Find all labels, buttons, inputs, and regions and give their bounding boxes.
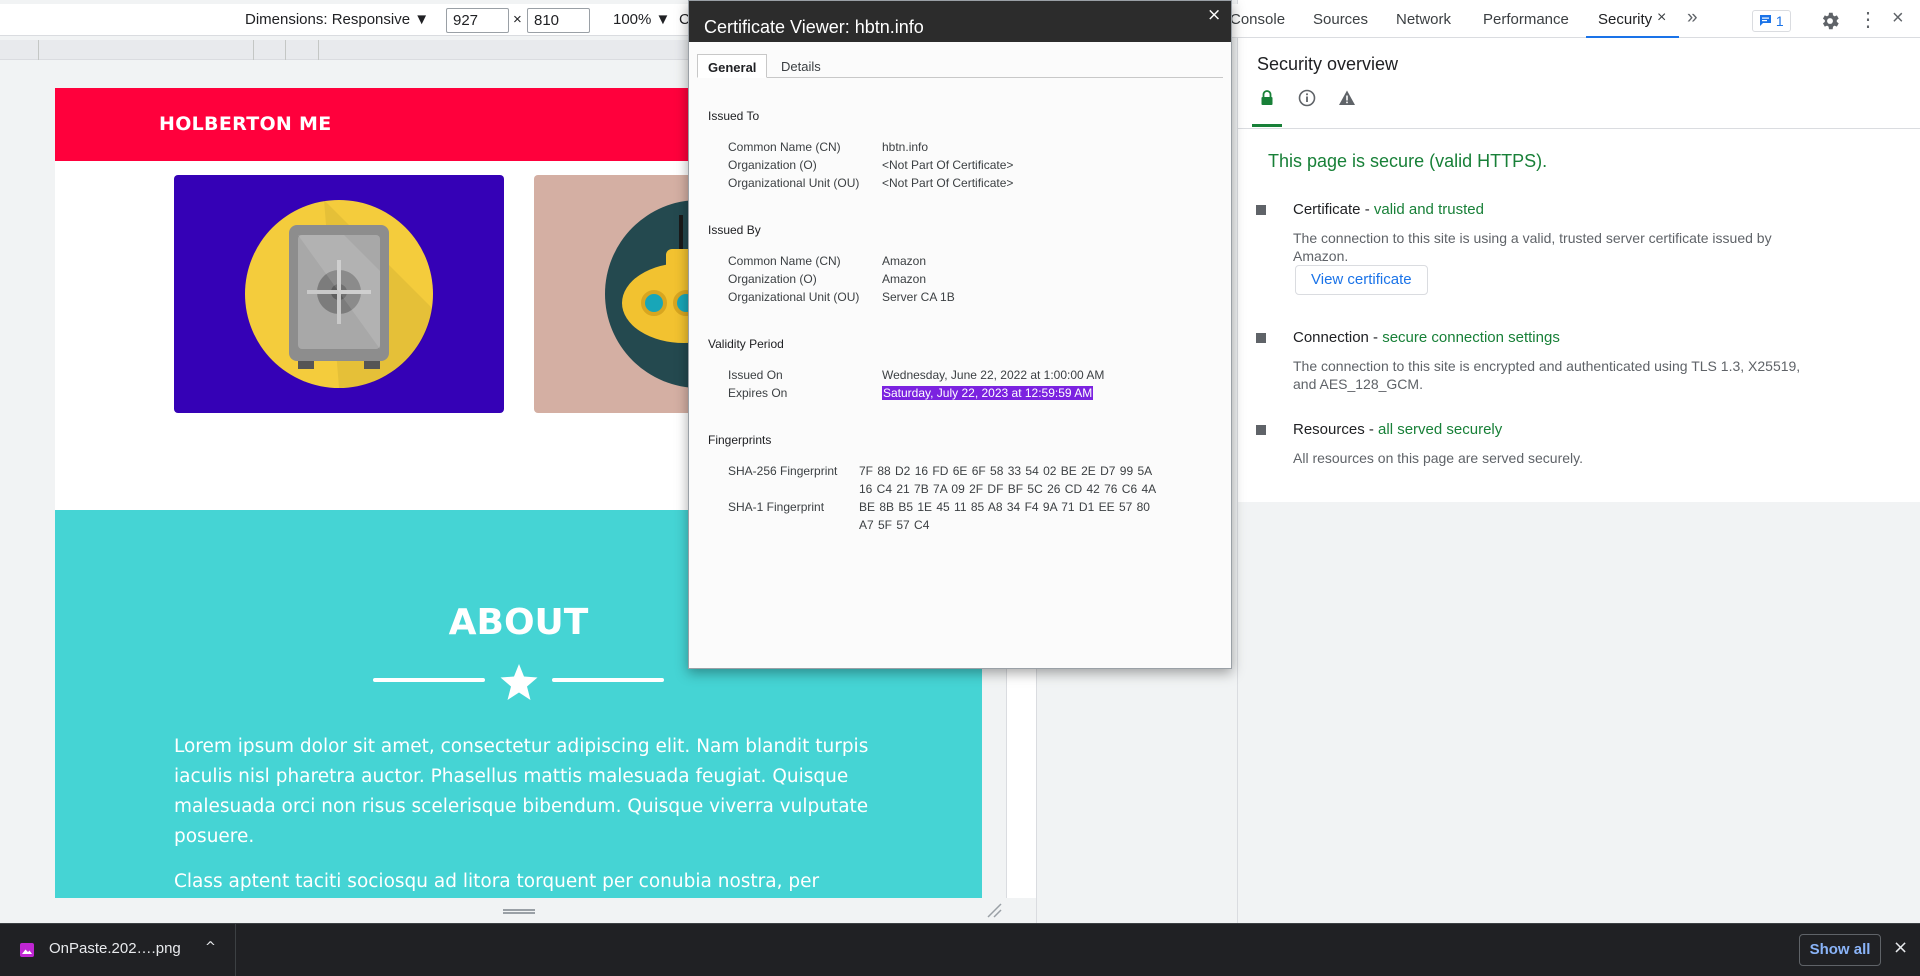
tab-network[interactable]: Network (1396, 11, 1451, 28)
close-tab-icon[interactable]: × (1657, 9, 1666, 27)
warning-icon[interactable] (1338, 89, 1356, 107)
field-value: BE 8B B5 1E 45 11 85 A8 34 F4 9A 71 D1 E… (859, 500, 1150, 532)
image-file-icon (20, 943, 34, 957)
media-query-ruler[interactable] (0, 40, 706, 60)
resize-handle-bottom[interactable] (503, 909, 535, 914)
about-paragraph: Lorem ipsum dolor sit amet, consectetur … (174, 736, 869, 847)
show-all-button[interactable]: Show all (1799, 934, 1881, 966)
kebab-menu-icon[interactable]: ⋮ (1858, 7, 1878, 32)
selected-text[interactable]: Saturday, July 22, 2023 at 12:59:59 AM (882, 386, 1094, 400)
field-label: Organizational Unit (OU) (728, 176, 860, 190)
dialog-title: Certificate Viewer: hbtn.info (704, 17, 924, 37)
info-icon[interactable] (1298, 89, 1316, 107)
download-item[interactable]: OnPaste.202….png ^ (0, 924, 236, 976)
certificate-heading: Certificate - valid and trusted (1293, 201, 1484, 218)
certificate-label: Certificate - (1293, 201, 1374, 218)
certificate-tabs: General Details (697, 54, 1223, 78)
field-label: Organization (O) (728, 158, 817, 172)
divider-line-right (552, 678, 664, 682)
section-heading: Validity Period (708, 337, 784, 351)
height-input[interactable] (527, 8, 590, 33)
bullet-icon (1256, 333, 1266, 343)
gear-icon[interactable] (1819, 10, 1841, 32)
chevron-up-icon[interactable]: ^ (205, 940, 216, 955)
site-logo[interactable]: HOLBERTON ME (159, 113, 332, 135)
issues-badge[interactable]: 1 (1752, 10, 1791, 32)
tab-performance[interactable]: Performance (1483, 11, 1569, 28)
tab-sources[interactable]: Sources (1313, 11, 1368, 28)
more-tabs-icon[interactable]: » (1687, 7, 1698, 29)
connection-status: secure connection settings (1382, 329, 1560, 346)
field-value: Amazon (882, 272, 927, 286)
field-value: Server CA 1B (882, 290, 955, 304)
security-header: Security overview (1238, 38, 1920, 128)
message-icon (1760, 15, 1771, 26)
resources-heading: Resources - all served securely (1293, 421, 1502, 438)
field-label: SHA-256 Fingerprint (728, 464, 838, 478)
field-value: hbtn.info (882, 140, 929, 154)
width-input[interactable] (446, 8, 509, 33)
field-label: SHA-1 Fingerprint (728, 500, 825, 514)
security-title: Security overview (1257, 54, 1399, 74)
divider-line-left (373, 678, 485, 682)
field-label: Organization (O) (728, 272, 817, 286)
connection-heading: Connection - secure connection settings (1293, 329, 1560, 346)
safe-illustration (245, 200, 433, 389)
view-certificate-button[interactable]: View certificate (1295, 265, 1428, 295)
dialog-titlebar[interactable]: Certificate Viewer: hbtn.info × (689, 1, 1231, 42)
bullet-icon (1256, 205, 1266, 215)
certificate-description: The connection to this site is using a v… (1293, 230, 1772, 264)
section-heading: Issued By (708, 223, 761, 237)
field-value: <Not Part Of Certificate> (882, 176, 1014, 190)
resize-corner-icon[interactable] (986, 902, 1002, 918)
field-value: Saturday, July 22, 2023 at 12:59:59 AM (882, 386, 1094, 400)
field-value: Amazon (882, 254, 927, 268)
bullet-icon (1256, 425, 1266, 435)
tab-console[interactable]: Console (1230, 11, 1285, 28)
download-bar: OnPaste.202….png ^ Show all × (0, 923, 1920, 976)
field-label: Common Name (CN) (728, 140, 841, 154)
download-file-name: OnPaste.202….png (49, 940, 181, 957)
dimensions-dropdown[interactable]: Dimensions: Responsive ▼ (245, 11, 429, 28)
safe-illustration-card (174, 175, 504, 413)
resources-status: all served securely (1378, 421, 1503, 438)
security-details: This page is secure (valid HTTPS). Certi… (1238, 128, 1920, 502)
security-panel: Security overview This page is secure (v… (1238, 38, 1920, 923)
zoom-dropdown[interactable]: 100% ▼ (613, 11, 670, 28)
certificate-status: valid and trusted (1373, 201, 1484, 218)
section-heading: Issued To (708, 109, 760, 123)
field-value: 7F 88 D2 16 FD 6E 6F 58 33 54 02 BE 2E D… (859, 464, 1157, 496)
field-label: Expires On (728, 386, 788, 400)
dimension-separator: × (513, 11, 522, 28)
close-icon[interactable]: × (1207, 5, 1221, 25)
issues-count: 1 (1775, 13, 1784, 29)
field-label: Organizational Unit (OU) (728, 290, 860, 304)
about-paragraph: Class aptent taciti sociosqu ad litora t… (174, 871, 820, 892)
close-icon[interactable]: × (1893, 937, 1908, 958)
close-devtools-icon[interactable]: × (1892, 7, 1904, 30)
security-summary: This page is secure (valid HTTPS). (1268, 151, 1548, 171)
field-value: <Not Part Of Certificate> (882, 158, 1014, 172)
active-filter-indicator (1252, 124, 1282, 127)
resources-label: Resources - (1293, 421, 1379, 438)
connection-description: The connection to this site is encrypted… (1293, 358, 1801, 392)
tab-general[interactable]: General (697, 54, 768, 78)
field-label: Issued On (728, 368, 783, 382)
lock-icon[interactable] (1260, 90, 1274, 106)
star-icon (500, 664, 538, 700)
tab-security[interactable]: Security (1598, 11, 1652, 28)
resources-description: All resources on this page are served se… (1293, 450, 1583, 466)
tab-details[interactable]: Details (771, 54, 831, 78)
field-label: Common Name (CN) (728, 254, 841, 268)
connection-label: Connection - (1293, 329, 1383, 346)
field-value: Wednesday, June 22, 2022 at 1:00:00 AM (882, 368, 1105, 382)
section-heading: Fingerprints (708, 433, 772, 447)
certificate-viewer-dialog: Certificate Viewer: hbtn.info × General … (688, 0, 1232, 669)
